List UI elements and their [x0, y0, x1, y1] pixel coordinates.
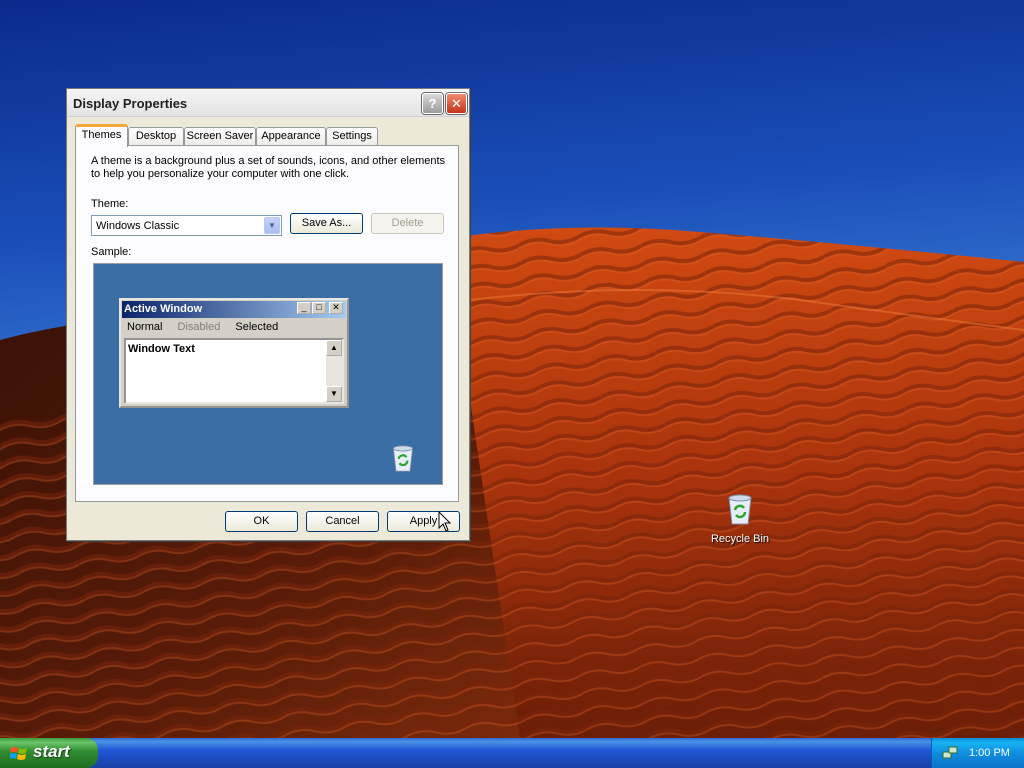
recycle-bin-icon — [728, 494, 752, 525]
sample-scrollbar: ▲ ▼ — [326, 340, 342, 402]
dialog-titlebar[interactable]: Display Properties ? ✕ — [67, 89, 469, 117]
scroll-down-icon: ▼ — [326, 386, 342, 402]
save-as-button[interactable]: Save As... — [290, 213, 363, 234]
display-properties-dialog: Display Properties ? ✕ Themes Desktop Sc… — [66, 88, 470, 541]
start-label: start — [33, 742, 70, 761]
windows-logo-icon — [10, 747, 27, 760]
sample-window-title-text: Active Window — [124, 303, 203, 315]
start-button[interactable]: start — [0, 738, 98, 768]
sample-window-text: Window Text — [128, 343, 195, 355]
scroll-up-icon: ▲ — [326, 340, 342, 356]
delete-button[interactable]: Delete — [371, 213, 444, 234]
clock[interactable]: 1:00 PM — [969, 747, 1010, 759]
sample-menu-normal: Normal — [127, 321, 163, 333]
help-button[interactable]: ? — [422, 93, 443, 114]
close-button[interactable]: ✕ — [446, 93, 467, 114]
close-icon: ✕ — [451, 95, 462, 111]
themes-panel: A theme is a background plus a set of so… — [75, 145, 459, 502]
theme-dropdown-value: Windows Classic — [96, 220, 180, 232]
taskbar: start 1:00 PM — [0, 738, 1024, 768]
tab-themes[interactable]: Themes — [75, 124, 128, 147]
sample-menu-selected: Selected — [235, 321, 279, 333]
theme-sample-preview: Active Window _ □ ✕ Normal Disabled Sele… — [93, 263, 443, 485]
sample-label: Sample: — [91, 246, 132, 258]
sample-menu-bar: Normal Disabled Selected — [127, 321, 290, 333]
maximize-icon: □ — [312, 302, 326, 314]
desktop-icon-recycle-bin[interactable]: Recycle Bin — [700, 492, 780, 545]
tab-desktop[interactable]: Desktop — [128, 127, 184, 146]
tab-settings[interactable]: Settings — [326, 127, 378, 146]
dialog-title: Display Properties — [73, 96, 188, 111]
cancel-button[interactable]: Cancel — [306, 511, 379, 532]
recycle-bin-label: Recycle Bin — [710, 533, 770, 545]
theme-label: Theme: — [91, 198, 129, 210]
mouse-cursor-icon — [438, 511, 452, 532]
help-icon: ? — [428, 96, 437, 111]
chevron-down-icon[interactable]: ▼ — [264, 217, 280, 234]
sample-active-window: Active Window _ □ ✕ Normal Disabled Sele… — [119, 298, 349, 408]
minimize-icon: _ — [297, 302, 311, 314]
recycle-bin-icon — [392, 445, 414, 472]
sample-menu-disabled: Disabled — [177, 321, 221, 333]
tab-screen-saver[interactable]: Screen Saver — [184, 127, 256, 146]
close-icon: ✕ — [329, 302, 343, 314]
sample-window-client: Window Text ▲ ▼ — [124, 338, 344, 404]
theme-description: A theme is a background plus a set of so… — [91, 155, 446, 180]
ok-button[interactable]: OK — [225, 511, 298, 532]
system-tray: 1:00 PM — [931, 738, 1024, 768]
network-icon[interactable] — [942, 745, 958, 761]
tab-appearance[interactable]: Appearance — [256, 127, 326, 146]
theme-dropdown[interactable]: Windows Classic ▼ — [91, 215, 282, 236]
